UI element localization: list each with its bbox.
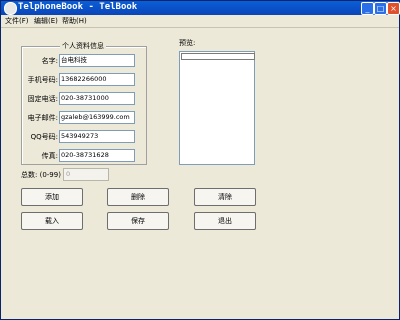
menu-bar: 文件(F) 编辑(E) 帮助(H) bbox=[1, 15, 399, 28]
preview-list[interactable] bbox=[179, 51, 255, 165]
close-button[interactable]: × bbox=[387, 2, 400, 15]
fax-label: 传真: bbox=[41, 152, 58, 160]
title-bar[interactable]: TelphoneBook - TelBook _ □ × bbox=[1, 1, 400, 15]
exit-button[interactable]: 退出 bbox=[194, 212, 256, 230]
fax-field[interactable]: 020-38731628 bbox=[59, 149, 135, 162]
phone-field[interactable]: 020-38731000 bbox=[59, 92, 135, 105]
qq-field[interactable]: 543949273 bbox=[59, 130, 135, 143]
minimize-button[interactable]: _ bbox=[361, 2, 374, 15]
delete-button[interactable]: 删除 bbox=[107, 188, 169, 206]
add-button[interactable]: 添加 bbox=[21, 188, 83, 206]
phone-label: 固定电话: bbox=[27, 95, 58, 103]
clear-button[interactable]: 清除 bbox=[194, 188, 256, 206]
total-field: 0 bbox=[63, 168, 109, 181]
preview-selection-row[interactable] bbox=[181, 53, 255, 60]
group-title: 个人资料信息 bbox=[60, 41, 106, 51]
load-button[interactable]: 载入 bbox=[21, 212, 83, 230]
email-field[interactable]: gzaleb@163999.com bbox=[59, 111, 135, 124]
mobile-field[interactable]: 13682266000 bbox=[59, 73, 135, 86]
menu-help[interactable]: 帮助(H) bbox=[62, 16, 87, 26]
maximize-button[interactable]: □ bbox=[374, 2, 387, 15]
mobile-label: 手机号码: bbox=[27, 76, 58, 84]
app-window: TelphoneBook - TelBook _ □ × 文件(F) 编辑(E)… bbox=[0, 0, 400, 320]
menu-edit[interactable]: 编辑(E) bbox=[34, 16, 58, 26]
preview-label: 预览: bbox=[179, 39, 196, 47]
name-label: 名字: bbox=[41, 57, 58, 65]
email-label: 电子邮件: bbox=[27, 114, 58, 122]
qq-label: QQ号码: bbox=[30, 133, 58, 141]
personal-info-group: 个人资料信息 名字: 台电科技 手机号码: 13682266000 固定电话: … bbox=[21, 41, 147, 165]
menu-file[interactable]: 文件(F) bbox=[5, 16, 29, 26]
save-button[interactable]: 保存 bbox=[107, 212, 169, 230]
app-icon bbox=[4, 2, 17, 15]
window-title: TelphoneBook - TelBook bbox=[18, 2, 138, 12]
total-label: 总数: (0-99) bbox=[21, 171, 61, 179]
name-field[interactable]: 台电科技 bbox=[59, 54, 135, 67]
